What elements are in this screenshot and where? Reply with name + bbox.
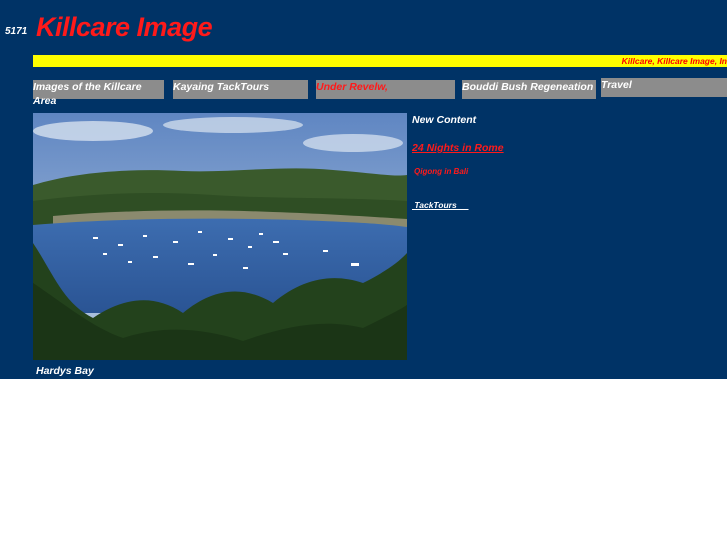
photo-caption: Hardys Bay (36, 365, 94, 377)
site-title: Killcare Image (36, 12, 213, 42)
nav-killcare-images[interactable]: Images of the Killcare Area (33, 80, 164, 107)
nav-kayaking-tacktours[interactable]: Kayaing TackTours (173, 80, 308, 99)
page-background: 5171 Killcare Image Killcare, Killcare I… (0, 0, 727, 379)
page-code: 5171 (5, 26, 28, 37)
hardys-bay-photo (33, 113, 407, 360)
marquee-text: Killcare, Killcare Image, In (621, 56, 727, 66)
nav-label: Travel (601, 79, 632, 91)
link-nights-in-rome[interactable]: 24 Nights in Rome (412, 142, 504, 154)
nav-bouddi-bush[interactable]: Bouddi Bush Regeneation (462, 80, 596, 99)
nav-travel[interactable]: Travel (601, 78, 727, 97)
nav-under-review[interactable]: Under Revelw, (316, 80, 455, 99)
nav-label: Images of the Killcare Area (33, 81, 142, 107)
nav-label: Bouddi Bush Regeneation (462, 81, 594, 93)
link-tacktours[interactable]: TackTours (412, 200, 469, 210)
marquee-banner: Killcare, Killcare Image, In (33, 55, 727, 67)
link-qigong-bali[interactable]: Qigong in Bali (414, 167, 468, 176)
nav-label: Kayaing TackTours (173, 81, 270, 93)
new-content-heading: New Content (412, 114, 477, 126)
nav-label: Under Revelw, (316, 81, 388, 93)
